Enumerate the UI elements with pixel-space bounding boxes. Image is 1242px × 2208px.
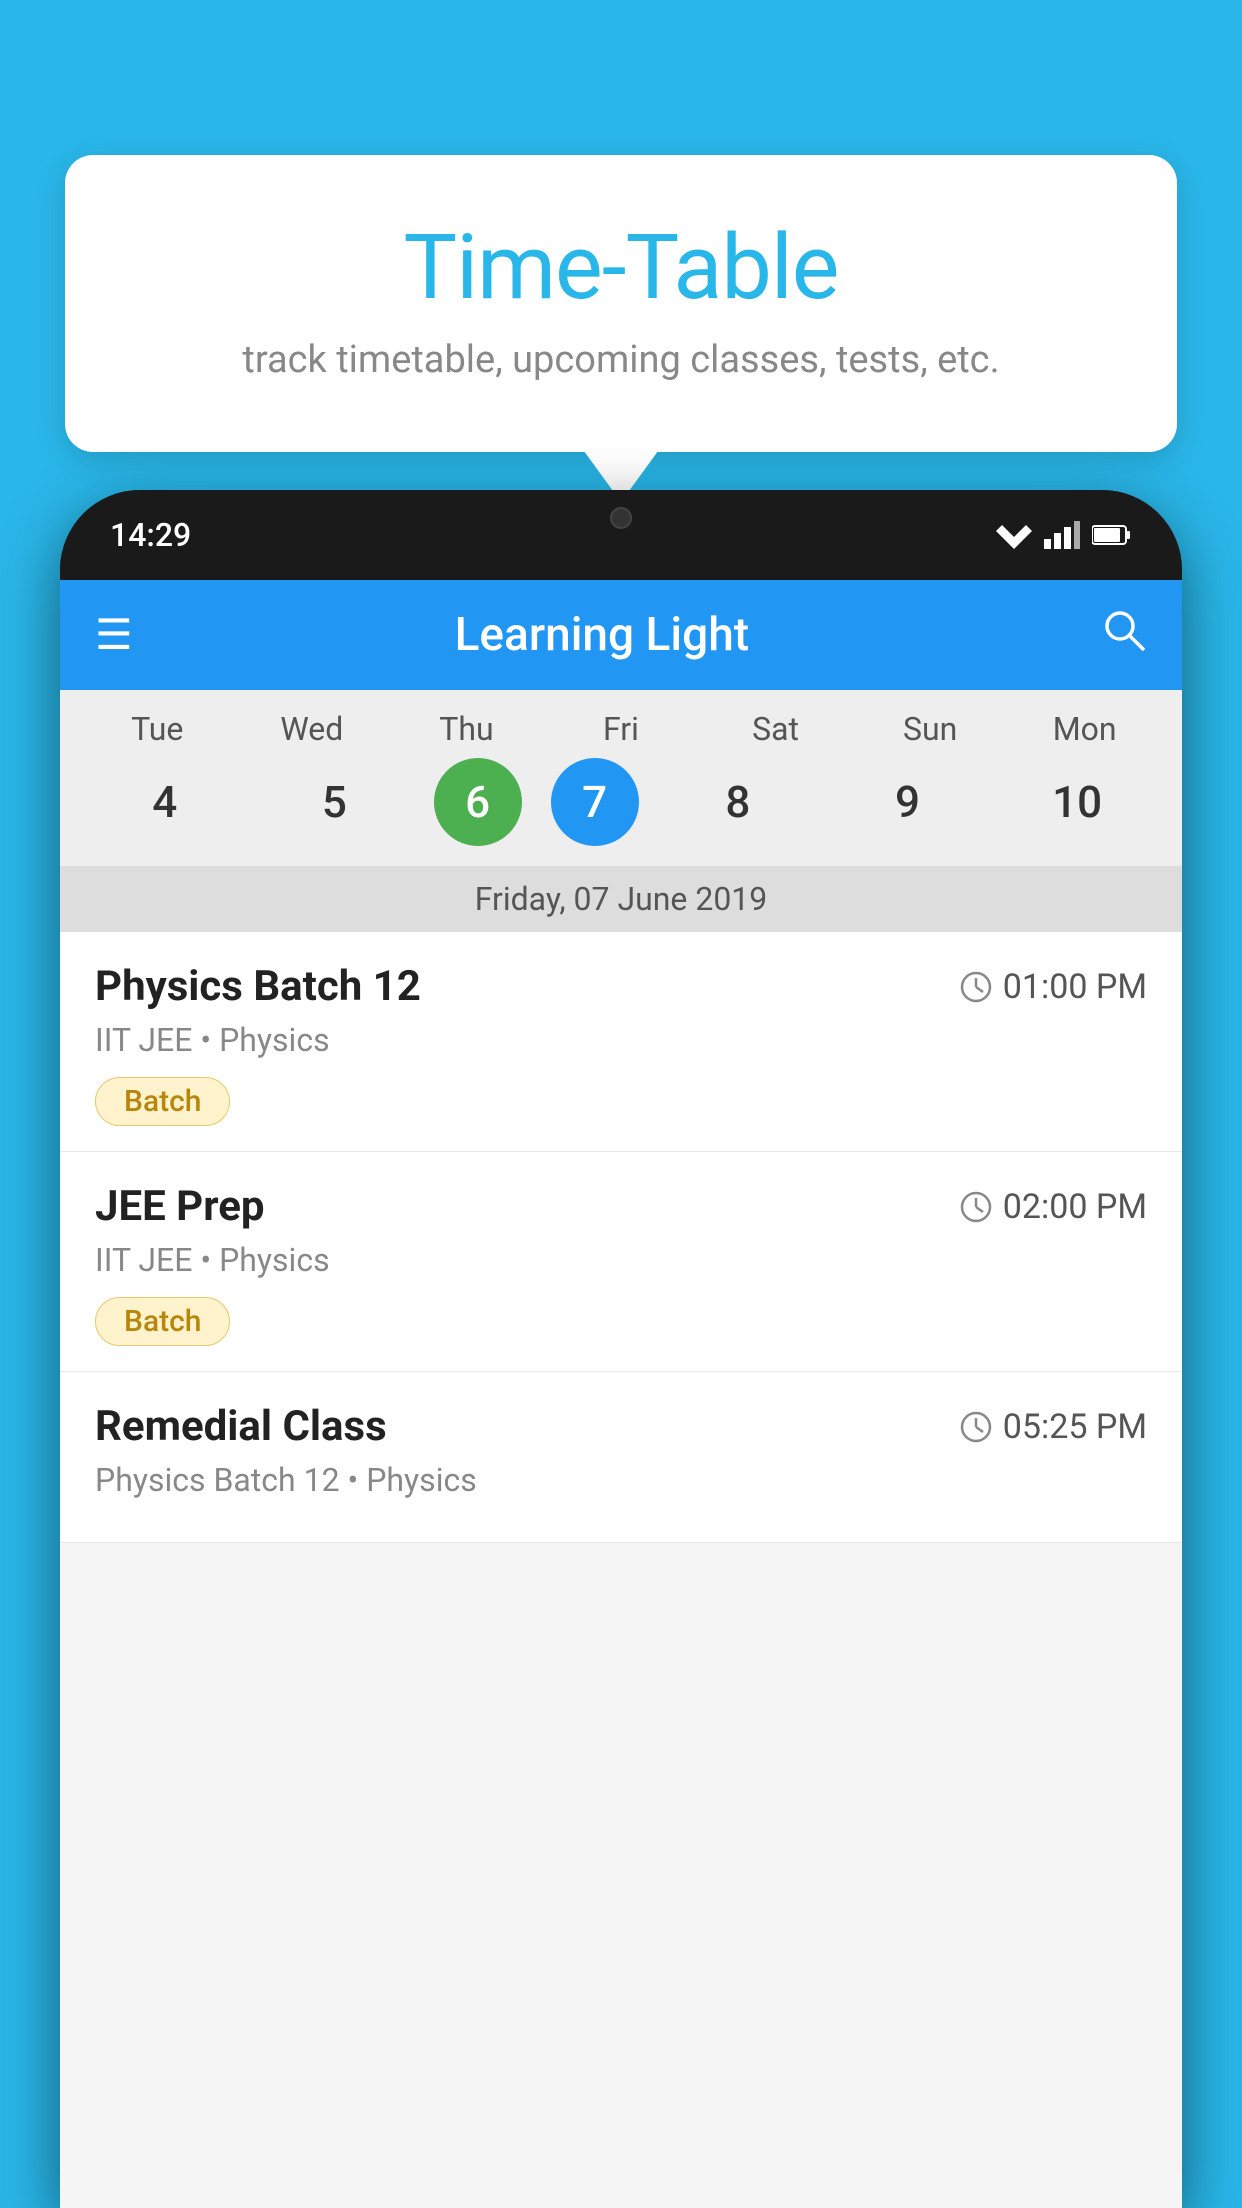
day-9[interactable]: 9: [837, 758, 978, 846]
search-icon[interactable]: [1101, 607, 1147, 664]
day-10[interactable]: 10: [1007, 758, 1148, 846]
selected-date: Friday, 07 June 2019: [60, 866, 1182, 932]
clock-icon-3: [959, 1410, 993, 1444]
class-time-3: 05:25 PM: [959, 1407, 1147, 1447]
day-label-mon: Mon: [1014, 710, 1155, 748]
day-label-wed: Wed: [242, 710, 383, 748]
phone-frame: 14:29 ☰: [60, 490, 1182, 2208]
day-label-thu: Thu: [396, 710, 537, 748]
clock-icon-1: [959, 970, 993, 1004]
batch-badge-1: Batch: [95, 1077, 230, 1126]
day-label-sun: Sun: [860, 710, 1001, 748]
battery-icon: [1092, 524, 1132, 546]
day-6-today[interactable]: 6: [434, 758, 522, 846]
signal-icon: [1044, 521, 1080, 549]
class-item-2[interactable]: JEE Prep 02:00 PM IIT JEE • Physics Batc…: [60, 1152, 1182, 1372]
day-headers: Tue Wed Thu Fri Sat Sun Mon: [60, 710, 1182, 748]
status-time: 14:29: [110, 516, 191, 554]
class-item-header-1: Physics Batch 12 01:00 PM: [95, 962, 1147, 1011]
class-time-2: 02:00 PM: [959, 1187, 1147, 1227]
class-name-2: JEE Prep: [95, 1182, 265, 1231]
class-item-header-3: Remedial Class 05:25 PM: [95, 1402, 1147, 1451]
day-label-fri: Fri: [551, 710, 692, 748]
class-list: Physics Batch 12 01:00 PM IIT JEE • Phys…: [60, 932, 1182, 1543]
day-label-sat: Sat: [705, 710, 846, 748]
phone-screen: ☰ Learning Light Tue Wed Thu Fri Sat Sun…: [60, 580, 1182, 2208]
class-time-1: 01:00 PM: [959, 967, 1147, 1007]
day-7-selected[interactable]: 7: [551, 758, 639, 846]
app-title: Learning Light: [133, 608, 1071, 662]
day-numbers: 4 5 6 7 8 9 10: [60, 758, 1182, 866]
time-text-3: 05:25 PM: [1003, 1407, 1147, 1447]
time-text-1: 01:00 PM: [1003, 967, 1147, 1007]
tooltip-title: Time-Table: [105, 215, 1137, 320]
phone-notch: [541, 490, 701, 545]
day-4[interactable]: 4: [94, 758, 235, 846]
class-meta-3: Physics Batch 12 • Physics: [95, 1461, 1147, 1499]
class-item-header-2: JEE Prep 02:00 PM: [95, 1182, 1147, 1231]
class-name-1: Physics Batch 12: [95, 962, 421, 1011]
day-label-tue: Tue: [87, 710, 228, 748]
app-header: ☰ Learning Light: [60, 580, 1182, 690]
hamburger-menu-icon[interactable]: ☰: [95, 610, 133, 660]
day-8[interactable]: 8: [668, 758, 809, 846]
class-meta-2: IIT JEE • Physics: [95, 1241, 1147, 1279]
calendar-strip: Tue Wed Thu Fri Sat Sun Mon 4 5 6 7 8 9 …: [60, 690, 1182, 932]
day-5[interactable]: 5: [264, 758, 405, 846]
tooltip-card: Time-Table track timetable, upcoming cla…: [65, 155, 1177, 452]
batch-badge-2: Batch: [95, 1297, 230, 1346]
status-bar: 14:29: [60, 490, 1182, 580]
class-item-1[interactable]: Physics Batch 12 01:00 PM IIT JEE • Phys…: [60, 932, 1182, 1152]
camera-dot: [610, 507, 632, 529]
wifi-icon: [996, 521, 1032, 549]
status-icons: [996, 521, 1132, 549]
time-text-2: 02:00 PM: [1003, 1187, 1147, 1227]
class-meta-1: IIT JEE • Physics: [95, 1021, 1147, 1059]
tooltip-subtitle: track timetable, upcoming classes, tests…: [105, 338, 1137, 382]
class-item-3[interactable]: Remedial Class 05:25 PM Physics Batch 12…: [60, 1372, 1182, 1543]
clock-icon-2: [959, 1190, 993, 1224]
class-name-3: Remedial Class: [95, 1402, 387, 1451]
